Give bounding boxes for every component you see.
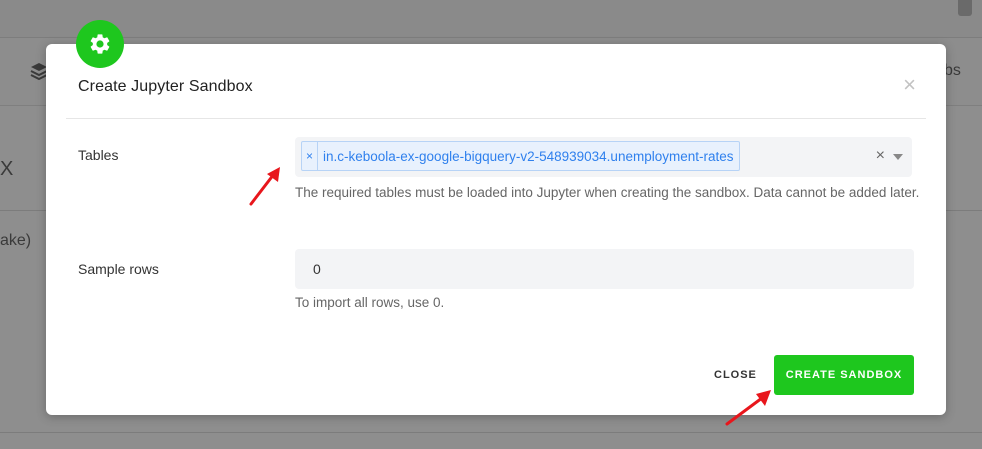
selected-table-tag: × in.c-keboola-ex-google-bigquery-v2-548… [301,141,740,171]
tag-label: in.c-keboola-ex-google-bigquery-v2-54893… [323,148,734,164]
close-button[interactable]: CLOSE [702,358,769,392]
create-sandbox-button[interactable]: CREATE SANDBOX [774,355,914,395]
background-text: X [0,158,14,180]
tag-remove-icon[interactable]: × [302,142,318,170]
clear-selection-icon[interactable]: × [876,147,885,165]
trash-icon [958,0,972,16]
tables-select[interactable]: × in.c-keboola-ex-google-bigquery-v2-548… [295,137,912,177]
sample-rows-label: Sample rows [78,261,159,277]
modal-badge [76,20,124,68]
background-text: bs [944,62,961,79]
sample-rows-input[interactable] [295,249,914,289]
gear-icon [90,34,110,54]
modal-divider [66,118,926,119]
tables-help-text: The required tables must be loaded into … [295,185,920,200]
sample-rows-help-text: To import all rows, use 0. [295,295,445,310]
create-sandbox-modal: Create Jupyter Sandbox × Tables × in.c-k… [46,20,946,415]
dropdown-caret-icon[interactable] [893,154,903,160]
tables-label: Tables [78,147,119,163]
background-text: ake) [0,232,32,249]
modal-title: Create Jupyter Sandbox [78,78,253,95]
background-topbar [0,0,982,38]
close-icon[interactable]: × [903,74,916,96]
background-divider [0,432,982,433]
